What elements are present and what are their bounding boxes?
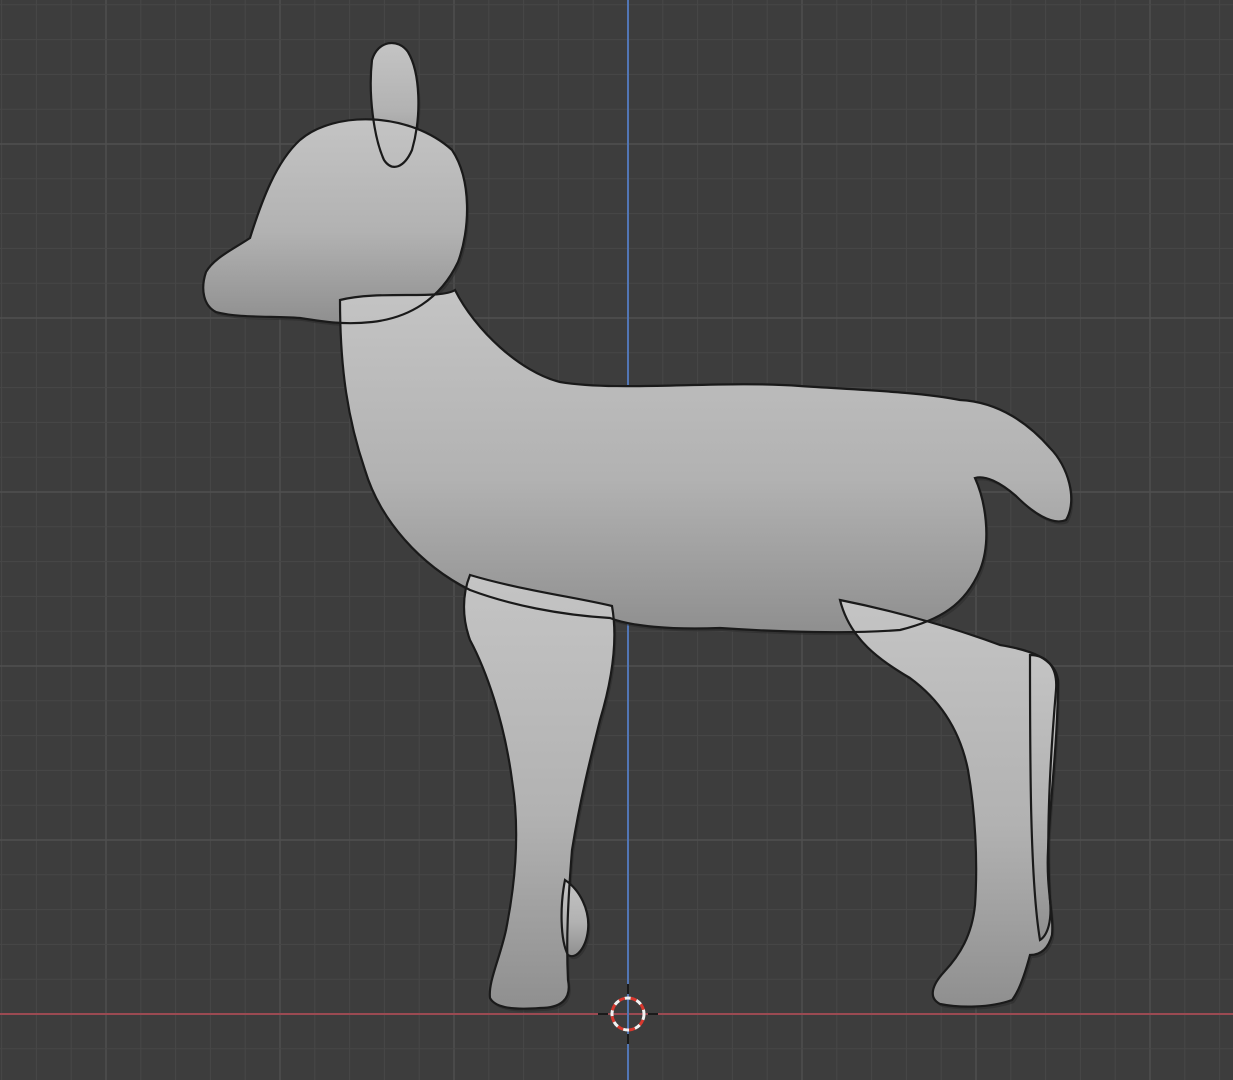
3d-viewport[interactable] — [0, 0, 1233, 1080]
viewport-canvas[interactable] — [0, 0, 1233, 1080]
